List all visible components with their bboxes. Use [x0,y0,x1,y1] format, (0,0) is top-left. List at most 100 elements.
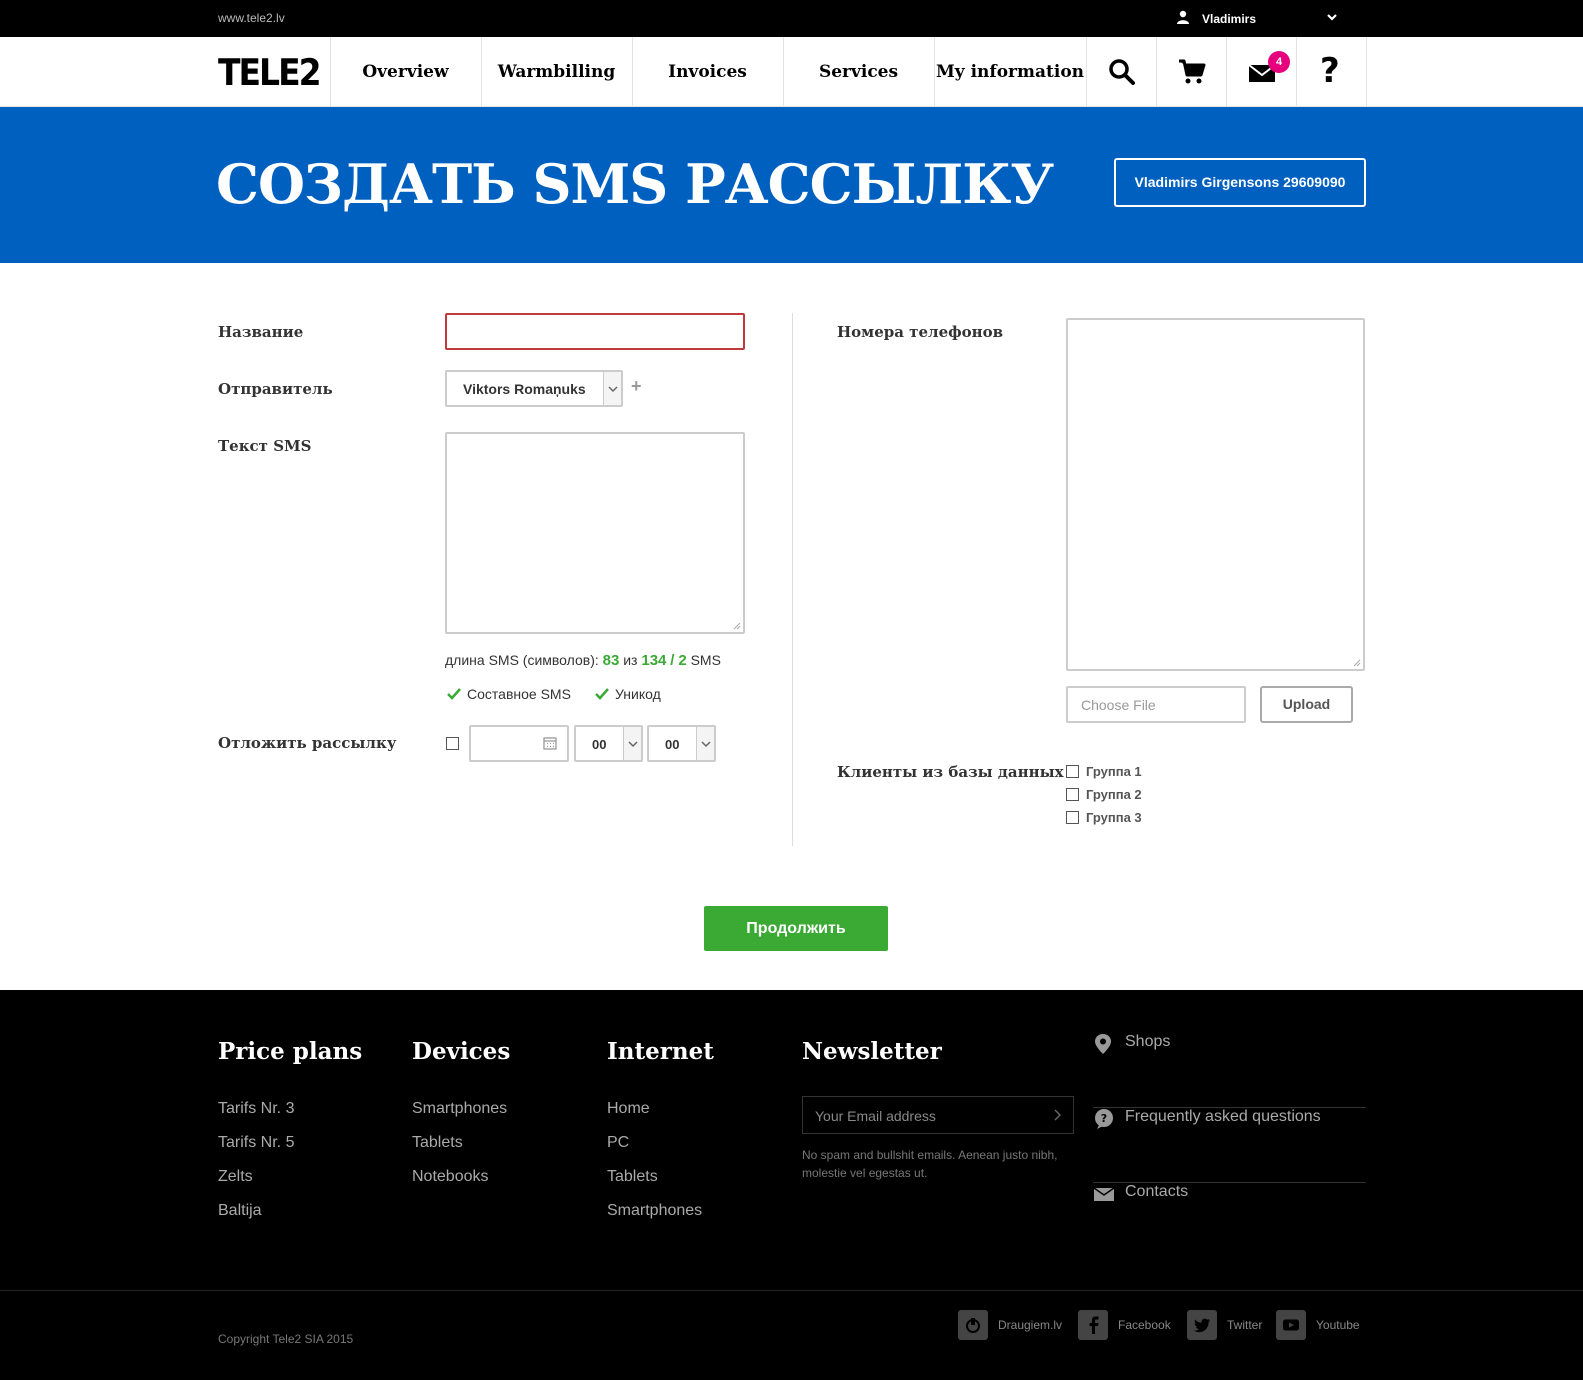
footer-heading-newsletter: Newsletter [802,1038,942,1065]
phone-numbers-area[interactable] [1066,318,1365,671]
sender-label: Отправитель [218,380,333,398]
footer-link-contacts[interactable]: Contacts [1093,1183,1366,1258]
chevron-down-icon [701,740,711,747]
help-button[interactable]: ? [1296,37,1366,107]
sms-text-area[interactable] [445,432,745,634]
group-1-checkbox[interactable] [1066,765,1079,778]
group-3-label: Группа 3 [1086,810,1142,825]
option-compound-label: Составное SMS [467,686,571,702]
minute-select[interactable]: 00 [647,725,716,762]
help-icon: ? [1320,51,1340,91]
top-bar: www.tele2.lv Vladimirs [0,0,1583,37]
user-menu[interactable]: Vladimirs [1176,9,1338,29]
length-separator: / [670,652,675,669]
date-input[interactable] [469,725,569,762]
cart-button[interactable] [1156,37,1226,107]
minute-value: 00 [665,737,680,752]
unread-badge: 4 [1268,51,1290,73]
hour-value: 00 [592,737,607,752]
faq-label: Frequently asked questions [1125,1108,1321,1125]
user-name: Vladimirs [1202,12,1257,26]
search-button[interactable] [1086,37,1156,107]
chevron-right-icon[interactable] [1053,1109,1061,1121]
group-2-checkbox[interactable] [1066,788,1079,801]
option-unicode[interactable]: Уникод [595,686,661,702]
envelope-icon [1093,1187,1115,1201]
continue-button[interactable]: Продолжить [704,906,888,951]
group-1-label: Группа 1 [1086,764,1142,779]
footer-link[interactable]: Baltija [218,1202,262,1220]
cart-icon [1179,59,1206,84]
site-url[interactable]: www.tele2.lv [218,11,285,25]
footer-link[interactable]: Notebooks [412,1168,489,1186]
checkmark-icon [447,688,461,700]
group-3-checkbox[interactable] [1066,811,1079,824]
footer-link[interactable]: Tablets [607,1168,658,1186]
option-unicode-label: Уникод [615,686,661,702]
messages-button[interactable]: 4 [1226,37,1296,107]
question-bubble-icon: ? [1095,1109,1113,1129]
delay-checkbox[interactable] [446,737,459,750]
length-current: 83 [602,652,620,669]
sms-length-counter: длина SMS (символов): 83 из 134 / 2 SMS [445,652,721,669]
shops-label: Shops [1125,1033,1171,1050]
newsletter-email-input[interactable]: Your Email address [802,1096,1074,1134]
group-2-label: Группа 2 [1086,787,1142,802]
resize-grip-icon[interactable] [733,622,741,630]
nav-item-my-information[interactable]: My information [934,37,1086,107]
footer-divider [0,1290,1583,1291]
minute-dropdown-toggle[interactable] [696,727,714,760]
sender-value: Viktors Romaņuks [463,381,586,397]
footer: Price plans Tarifs Nr. 3 Tarifs Nr. 5 Ze… [0,990,1583,1380]
footer-link[interactable]: Tarifs Nr. 3 [218,1100,294,1118]
hour-select[interactable]: 00 [574,725,643,762]
length-suffix: SMS [690,652,721,668]
footer-link-shops[interactable]: Shops [1093,1033,1366,1108]
column-divider [792,313,793,846]
footer-heading-internet: Internet [607,1038,714,1065]
resize-grip-icon[interactable] [1353,659,1361,667]
calendar-icon[interactable] [543,736,557,750]
footer-link[interactable]: Zelts [218,1168,253,1186]
phones-label: Номера телефонов [837,323,1004,341]
sender-select[interactable]: Viktors Romaņuks [445,370,623,407]
footer-link[interactable]: Tarifs Nr. 5 [218,1134,294,1152]
sender-dropdown-toggle[interactable] [603,372,621,405]
sms-text-label: Текст SMS [218,437,312,455]
footer-heading-price-plans: Price plans [218,1038,363,1065]
nav-divider [1366,37,1367,107]
nav-item-warmbilling[interactable]: Warmbilling [481,37,632,107]
account-button[interactable]: Vladimirs Girgensons 29609090 [1114,158,1366,207]
delay-label: Отложить рассылку [218,734,397,752]
nav-item-overview[interactable]: Overview [330,37,481,107]
length-max: 134 [641,652,667,669]
name-input[interactable] [445,313,745,350]
length-prefix: длина SMS (символов): [445,652,599,668]
youtube-label: Youtube [1316,1318,1360,1332]
email-placeholder: Your Email address [815,1108,936,1124]
chevron-down-icon [608,385,618,392]
hour-dropdown-toggle[interactable] [623,727,641,760]
user-icon [1177,10,1189,24]
footer-link[interactable]: Tablets [412,1134,463,1152]
map-pin-icon [1095,1034,1111,1054]
svg-text:?: ? [1101,1112,1107,1125]
option-compound-sms[interactable]: Составное SMS [447,686,571,702]
footer-link[interactable]: PC [607,1134,629,1152]
nav-item-invoices[interactable]: Invoices [632,37,783,107]
footer-link[interactable]: Home [607,1100,650,1118]
page-header: СОЗДАТЬ SMS РАССЫЛКУ Vladimirs Girgenson… [0,107,1583,263]
choose-file-input[interactable]: Choose File [1066,686,1246,723]
footer-link-faq[interactable]: ? Frequently asked questions [1093,1108,1366,1183]
upload-button[interactable]: Upload [1260,686,1353,723]
tele2-logo[interactable]: TELE2 [218,51,322,94]
contacts-label: Contacts [1125,1183,1189,1200]
facebook-label: Facebook [1118,1318,1171,1332]
twitter-icon [1187,1310,1217,1340]
chevron-down-icon [628,740,638,747]
footer-link[interactable]: Smartphones [412,1100,507,1118]
add-sender-button[interactable]: + [631,376,642,397]
footer-link[interactable]: Smartphones [607,1202,702,1220]
facebook-icon [1078,1310,1108,1340]
nav-item-services[interactable]: Services [783,37,934,107]
